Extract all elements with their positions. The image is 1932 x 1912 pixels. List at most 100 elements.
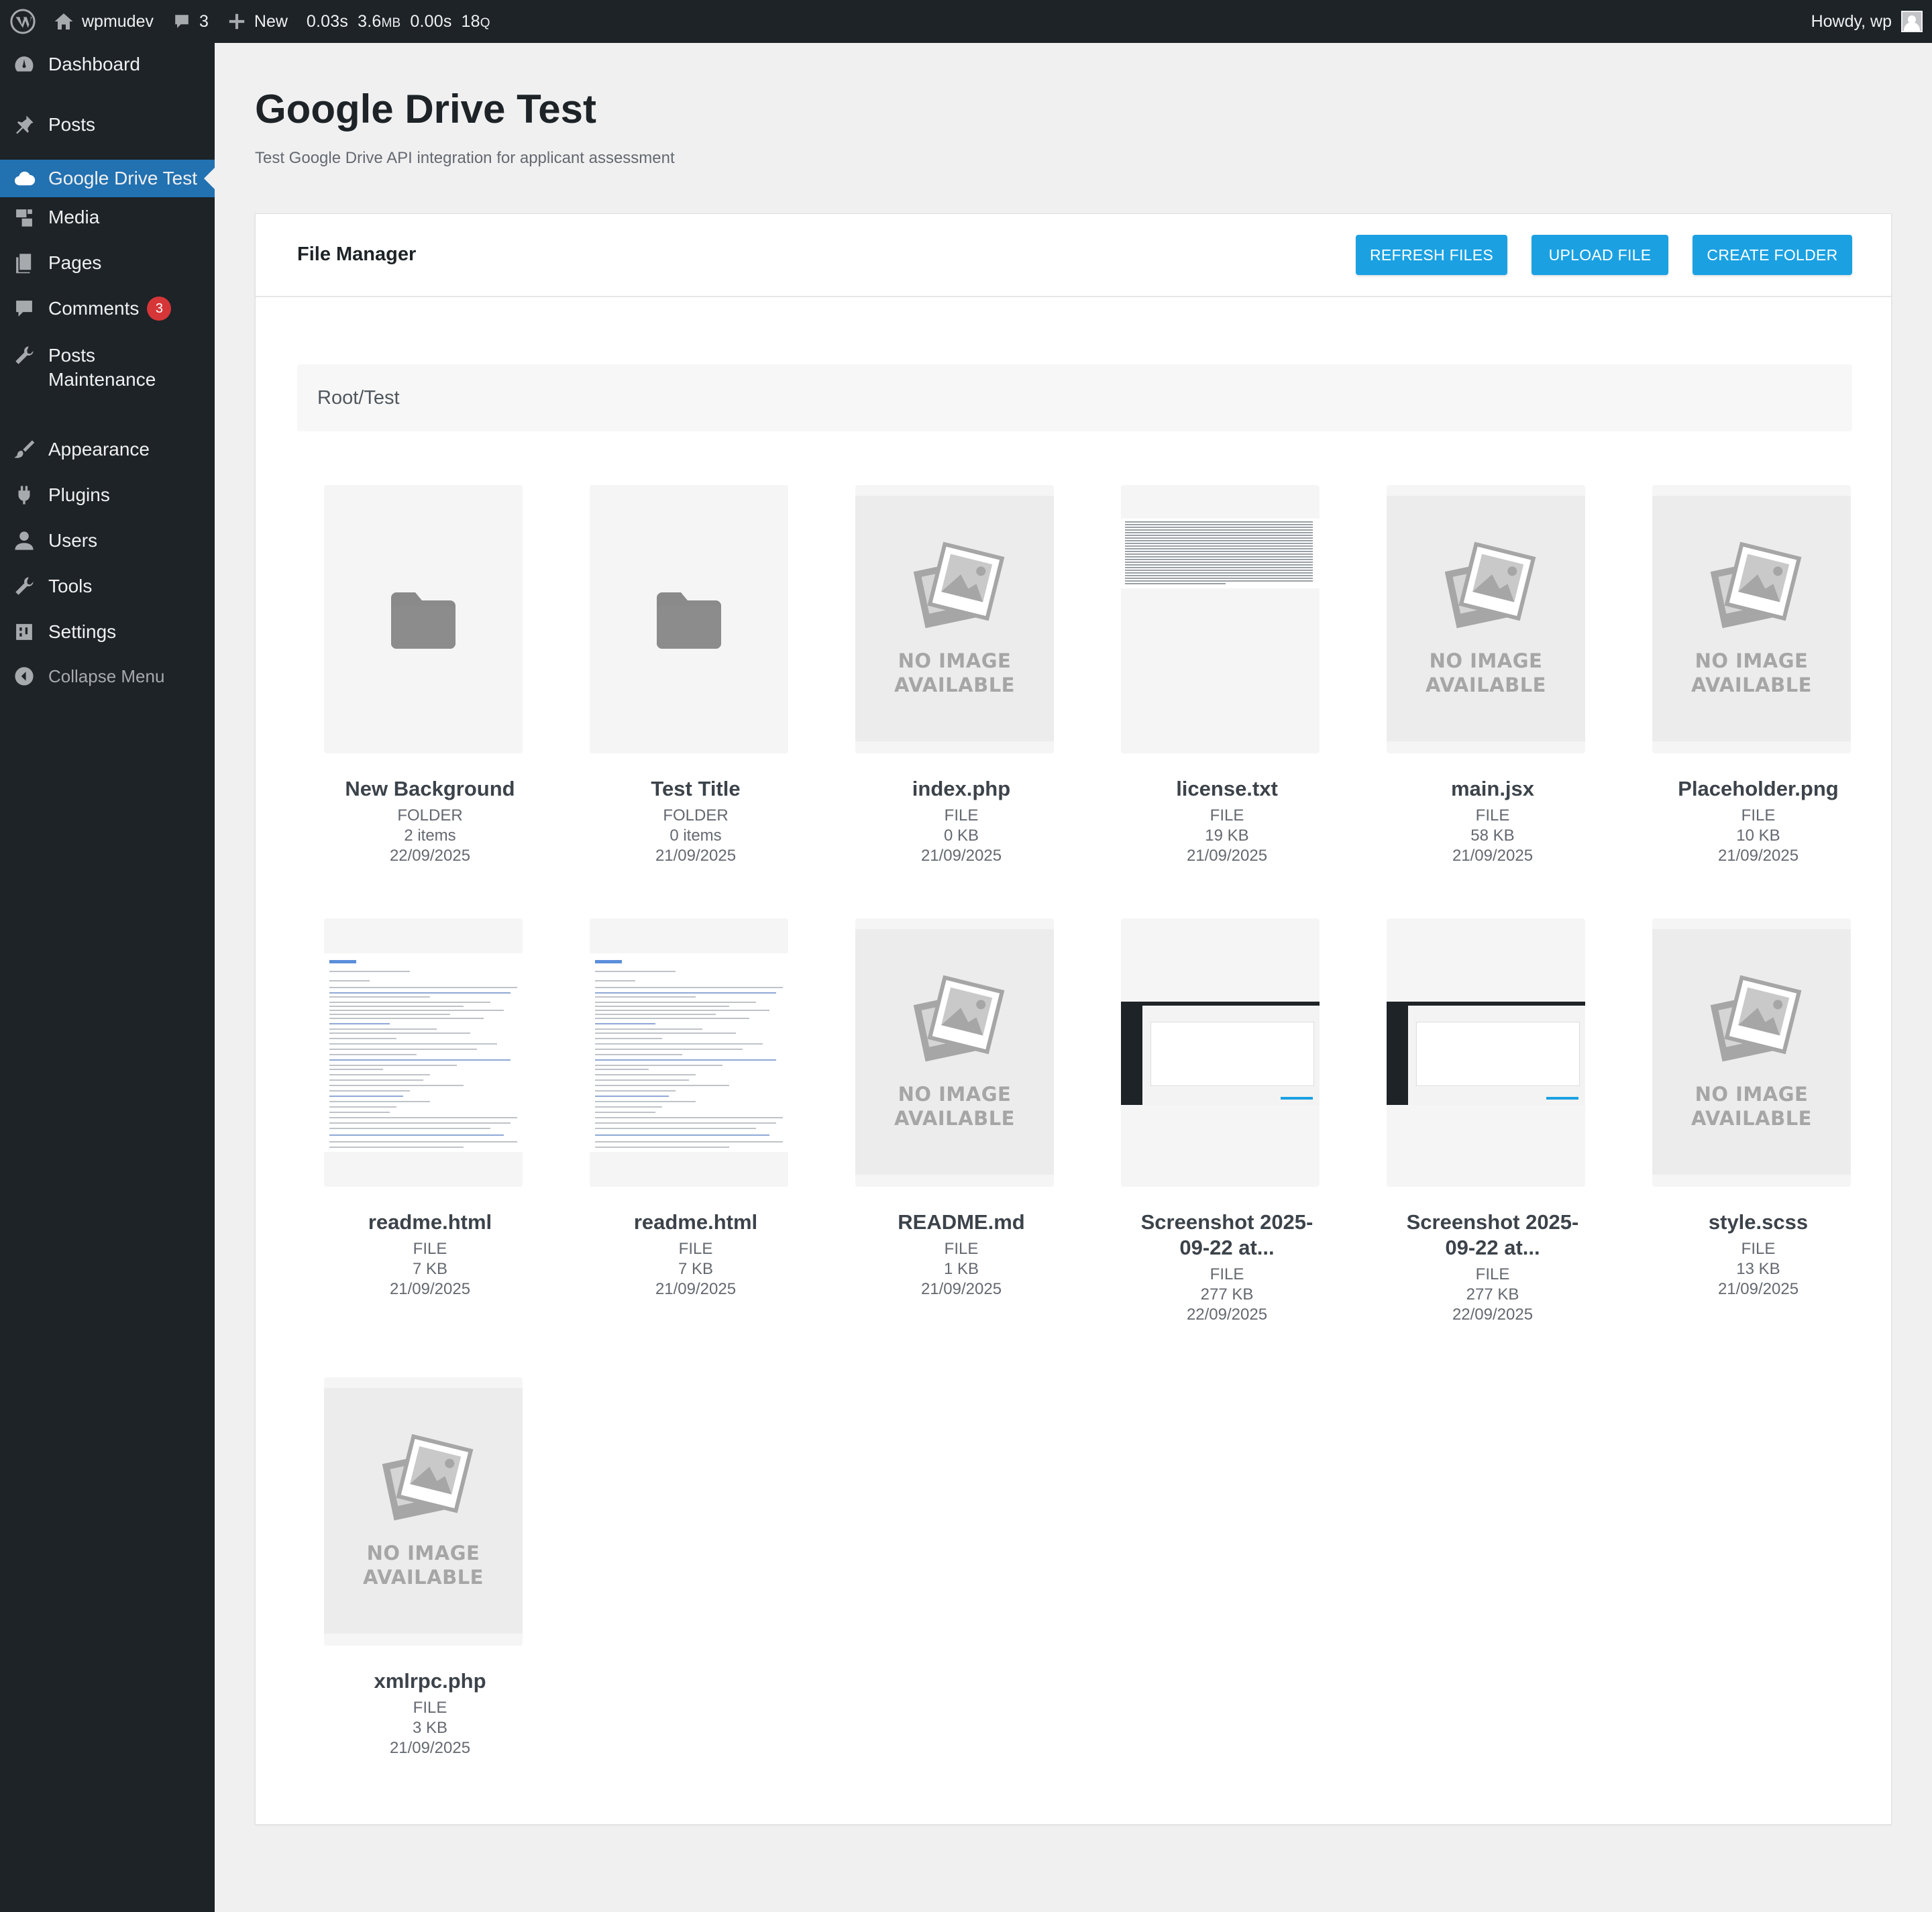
screenshot-preview-image [1387,1002,1585,1105]
sidebar-item-dashboard[interactable]: Dashboard [0,52,215,76]
wrench-icon [12,574,36,598]
item-type: FILE [413,1699,447,1717]
new-content-link[interactable]: New [218,0,297,43]
no-image-thumbnail: NO IMAGE AVAILABLE [1387,485,1585,753]
item-name: readme.html [368,1210,492,1234]
item-date: 21/09/2025 [389,1280,471,1298]
item-name: license.txt [1176,777,1278,800]
file-item[interactable]: readme.html FILE 7 KB 21/09/2025 [563,918,828,1334]
item-name: New Background [345,777,515,800]
comments-link[interactable]: 3 [163,0,218,43]
no-image-icon [904,974,1005,1071]
file-item[interactable]: Screenshot 2025- 09-22 at... FILE 277 KB 22/… [1360,918,1625,1334]
file-manager-card: File Manager REFRESH FILES UPLOAD FILE C… [255,213,1892,1825]
item-name: Test Title [651,777,741,800]
new-label: New [254,11,288,31]
file-item[interactable]: NO IMAGE AVAILABLE xmlrpc.php FILE 3 KB 21/09… [297,1377,563,1793]
stat-db-time: 0.00s [410,11,452,31]
admin-bar: wpmudev 3 New 0.03s 3.6MB 0.00s 18Q Howd… [0,0,1932,43]
item-date: 21/09/2025 [1452,847,1534,865]
item-type: FOLDER [397,806,463,825]
avatar [1901,11,1923,32]
item-name: Screenshot 2025- 09-22 at... [1406,1210,1579,1259]
sidebar-item-label: Posts [48,114,96,135]
sidebar-item-tools[interactable]: Tools [0,574,215,598]
stat-memory: 3.6MB [358,11,401,31]
page-title: Google Drive Test [255,87,597,131]
no-image-icon [904,541,1005,638]
sidebar-item-comments[interactable]: Comments 3 [0,297,215,321]
sidebar-item-appearance[interactable]: Appearance [0,437,215,462]
item-size: 3 KB [412,1719,448,1737]
comments-count: 3 [199,11,209,31]
query-monitor-stats[interactable]: 0.03s 3.6MB 0.00s 18Q [297,0,509,43]
sidebar-item-label: Collapse Menu [48,666,165,686]
sidebar-item-plugins[interactable]: Plugins [0,483,215,507]
item-date: 21/09/2025 [920,847,1002,865]
user-icon [12,529,36,553]
admin-menu: Dashboard Posts Google Drive Test Media Page… [0,43,215,686]
sidebar-item-posts[interactable]: Posts [0,113,215,137]
sidebar-item-collapse-menu[interactable]: Collapse Menu [0,664,215,688]
folder-item[interactable]: New Background FOLDER 2 items 22/09/2025 [297,485,563,901]
sidebar-item-google-drive-test[interactable]: Google Drive Test [0,160,215,197]
text-file-preview [1121,485,1320,753]
document-preview [590,918,788,1187]
wrench-icon [12,343,36,368]
my-account[interactable]: Howdy, wp [1811,0,1923,43]
no-image-icon [1701,541,1802,638]
item-type: FILE [944,806,979,825]
file-item[interactable]: NO IMAGE AVAILABLE style.scss FILE 13 KB 21/0… [1625,918,1891,1334]
item-size: 7 KB [412,1260,448,1278]
sidebar-item-users[interactable]: Users [0,529,215,553]
screenshot-preview [1121,918,1320,1187]
sidebar-item-label: Comments [48,298,140,319]
item-name: index.php [912,777,1011,800]
sidebar-item-posts-maintenance[interactable]: Posts Maintenance [0,343,215,392]
folder-thumbnail [590,485,788,753]
settings-icon [12,620,36,644]
item-type: FILE [1475,1265,1510,1283]
file-item[interactable]: license.txt FILE 19 KB 21/09/2025 [1094,485,1360,901]
sidebar-item-media[interactable]: Media [0,205,215,229]
file-manager-header: File Manager REFRESH FILES UPLOAD FILE C… [256,214,1891,297]
refresh-files-button[interactable]: REFRESH FILES [1356,235,1507,275]
sidebar-item-settings[interactable]: Settings [0,620,215,644]
document-preview [324,918,523,1187]
comments-badge: 3 [147,297,172,321]
item-date: 21/09/2025 [655,847,737,865]
item-name: Placeholder.png [1678,777,1839,800]
no-image-label: NO IMAGE AVAILABLE [1425,649,1546,696]
no-image-thumbnail: NO IMAGE AVAILABLE [1652,918,1851,1187]
breadcrumb: Root/Test [297,364,1852,431]
upload-file-button[interactable]: UPLOAD FILE [1532,235,1668,275]
create-folder-button[interactable]: CREATE FOLDER [1693,235,1852,275]
sidebar-item-label: Tools [48,576,93,596]
sidebar-item-label: Users [48,530,98,551]
site-home-link[interactable]: wpmudev [44,0,163,43]
item-type: FILE [1210,1265,1244,1283]
item-name: README.md [898,1210,1025,1234]
no-image-label: NO IMAGE AVAILABLE [362,1541,484,1589]
sidebar-item-label: Settings [48,621,117,642]
item-size: 13 KB [1736,1260,1780,1278]
site-name: wpmudev [82,11,154,31]
file-item[interactable]: NO IMAGE AVAILABLE README.md FILE 1 KB 21/09/… [828,918,1094,1334]
file-item[interactable]: NO IMAGE AVAILABLE index.php FILE 0 KB 21/09/… [828,485,1094,901]
file-item[interactable]: NO IMAGE AVAILABLE main.jsx FILE 58 KB 21/09/… [1360,485,1625,901]
folder-item[interactable]: Test Title FOLDER 0 items 21/09/2025 [563,485,828,901]
sidebar-item-label: Plugins [48,484,110,505]
item-date: 21/09/2025 [1717,847,1799,865]
screenshot-preview-image [1121,1002,1320,1105]
stat-queries: 18Q [461,11,490,31]
file-item[interactable]: NO IMAGE AVAILABLE Placeholder.png FILE 10 K… [1625,485,1891,901]
file-item[interactable]: readme.html FILE 7 KB 21/09/2025 [297,918,563,1334]
sidebar-item-pages[interactable]: Pages [0,251,215,275]
item-date: 22/09/2025 [1452,1306,1534,1324]
no-image-label: NO IMAGE AVAILABLE [894,649,1015,696]
wordpress-logo-icon[interactable] [1,0,44,43]
pages-icon [12,251,36,275]
document-preview-image [590,953,788,1152]
comment-icon [175,15,189,28]
file-item[interactable]: Screenshot 2025- 09-22 at... FILE 277 KB 22/… [1094,918,1360,1334]
